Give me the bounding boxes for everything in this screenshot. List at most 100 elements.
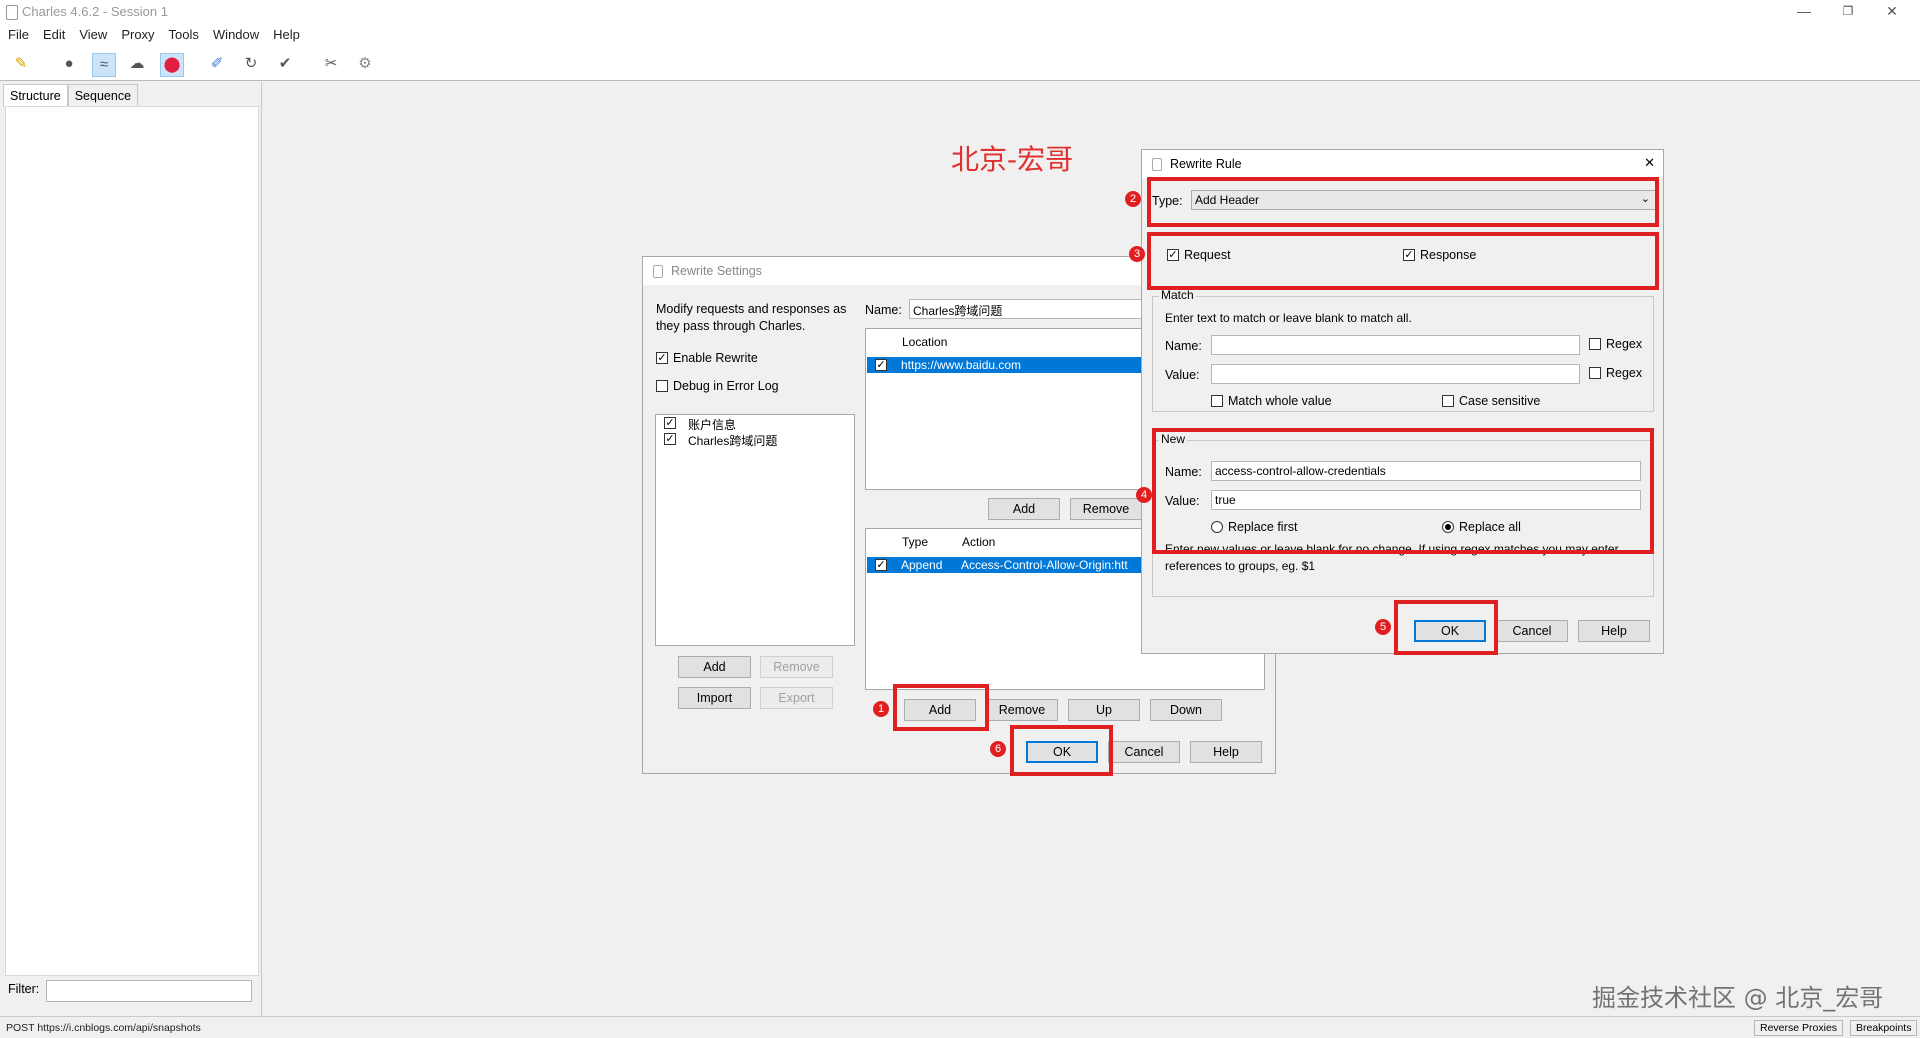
restore-button[interactable]: ❐ [1826,2,1870,22]
remove-location-button[interactable]: Remove [1070,498,1142,520]
set-name-input[interactable]: Charles跨域问题 [909,299,1163,319]
match-value-input[interactable] [1211,364,1580,384]
watermark: 掘金技术社区 @ 北京_宏哥 [1592,984,1884,1012]
menu-proxy[interactable]: Proxy [113,24,160,42]
name-label: Name: [865,303,902,317]
set-checkbox[interactable] [664,433,676,445]
set-checkbox[interactable] [664,417,676,429]
import-button[interactable]: Import [678,687,751,709]
step-badge-1: 1 [873,701,889,717]
rule-cancel-button[interactable]: Cancel [1496,620,1568,642]
annotation-box-add-rule [893,684,989,731]
validate-icon[interactable]: ✔ [274,53,296,75]
step-badge-5: 5 [1375,619,1391,635]
remove-rule-button[interactable]: Remove [986,699,1058,721]
add-set-button[interactable]: Add [678,656,751,678]
annotation-box-request-response [1147,232,1659,290]
settings-help-button[interactable]: Help [1190,741,1262,763]
reverse-proxies-button[interactable]: Reverse Proxies [1754,1020,1844,1036]
settings-cancel-button[interactable]: Cancel [1108,741,1180,763]
settings-icon[interactable]: ⚙ [354,53,376,75]
dialog-title: Rewrite Rule [1170,157,1242,171]
remove-set-button[interactable]: Remove [760,656,833,678]
charles-app-icon [653,265,663,278]
match-value-label: Value: [1165,368,1200,382]
menu-view[interactable]: View [71,24,113,42]
turtle-icon[interactable]: ☁ [126,53,148,75]
overlay-title: 北京-宏哥 [951,143,1074,176]
case-sensitive-label: Case sensitive [1459,394,1541,408]
broom-icon[interactable]: ✎ [10,53,32,75]
debug-log-label: Debug in Error Log [673,379,779,393]
rule-help-button[interactable]: Help [1578,620,1650,642]
description-text: Modify requests and responses as they pa… [656,302,847,333]
menu-tools[interactable]: Tools [161,24,205,42]
enable-rewrite-label: Enable Rewrite [673,351,758,365]
menu-help[interactable]: Help [265,24,306,42]
export-button[interactable]: Export [760,687,833,709]
throttle-icon[interactable]: ≈ [92,53,116,77]
match-hint: Enter text to match or leave blank to ma… [1165,311,1412,325]
title-bar: Charles 4.6.2 - Session 1 — ❐ ✕ [0,0,1920,24]
location-table[interactable]: Location https://www.baidu.com [865,328,1165,490]
case-sensitive-checkbox[interactable] [1442,395,1454,407]
status-bar: POST https://i.cnblogs.com/api/snapshots… [0,1016,1920,1038]
breakpoint-icon[interactable]: ⬤ [160,53,184,77]
rule-action: Access-Control-Allow-Origin:htt [961,558,1128,572]
breakpoints-button[interactable]: Breakpoints [1850,1020,1918,1036]
match-whole-label: Match whole value [1228,394,1332,408]
type-header: Type [902,535,929,549]
window-title: Charles 4.6.2 - Session 1 [22,4,168,19]
repeat-icon[interactable]: ↻ [240,53,262,75]
table-row[interactable]: https://www.baidu.com [867,357,1164,373]
status-text: POST https://i.cnblogs.com/api/snapshots [6,1022,201,1034]
value-regex-checkbox[interactable] [1589,367,1601,379]
filter-label: Filter: [8,982,40,996]
step-badge-6: 6 [990,741,1006,757]
charles-app-icon [1152,158,1162,171]
list-item[interactable]: 账户信息 [688,416,736,433]
close-icon[interactable]: ✕ [1644,155,1655,171]
match-name-label: Name: [1165,339,1202,353]
tab-structure[interactable]: Structure [3,84,68,107]
enable-rewrite-checkbox[interactable] [656,352,668,364]
annotation-box-rule-ok [1394,600,1498,655]
rewrite-sets-list[interactable]: 账户信息 Charles跨域问题 [655,414,855,646]
dialog-titlebar: Rewrite Rule ✕ [1142,150,1663,178]
structure-tree[interactable] [5,106,259,976]
location-url: https://www.baidu.com [901,358,1022,372]
left-panel: Structure Sequence Filter: [0,82,262,1016]
tab-sequence[interactable]: Sequence [67,84,139,107]
minimize-button[interactable]: — [1782,2,1826,22]
toolbar: ✎ ● ≈ ☁ ⬤ ✐ ↻ ✔ ✂ ⚙ [0,46,1920,81]
location-checkbox[interactable] [875,359,887,371]
up-button[interactable]: Up [1068,699,1140,721]
annotation-box-new [1152,428,1654,554]
menu-file[interactable]: File [0,24,35,42]
close-button[interactable]: ✕ [1870,2,1914,22]
match-whole-checkbox[interactable] [1211,395,1223,407]
menu-window[interactable]: Window [205,24,265,42]
record-icon[interactable]: ● [58,53,80,75]
compose-icon[interactable]: ✐ [206,53,228,75]
action-header: Action [962,535,996,549]
match-name-input[interactable] [1211,335,1580,355]
down-button[interactable]: Down [1150,699,1222,721]
match-section: Match Enter text to match or leave blank… [1152,288,1654,412]
menu-edit[interactable]: Edit [35,24,71,42]
list-item[interactable]: Charles跨域问题 [688,432,777,449]
step-badge-3: 3 [1129,246,1145,262]
value-regex-label: Regex [1606,366,1643,380]
name-regex-checkbox[interactable] [1589,338,1601,350]
match-legend: Match [1159,288,1196,302]
debug-log-checkbox[interactable] [656,380,668,392]
menu-bar: File Edit View Proxy Tools Window Help [0,24,1920,46]
filter-input[interactable] [46,980,252,1002]
location-header: Location [902,335,948,349]
annotation-box-type [1147,177,1659,227]
rule-checkbox[interactable] [875,559,887,571]
add-location-button[interactable]: Add [988,498,1060,520]
dialog-title: Rewrite Settings [671,264,763,278]
annotation-box-settings-ok [1010,725,1113,776]
tools-icon[interactable]: ✂ [320,53,342,75]
